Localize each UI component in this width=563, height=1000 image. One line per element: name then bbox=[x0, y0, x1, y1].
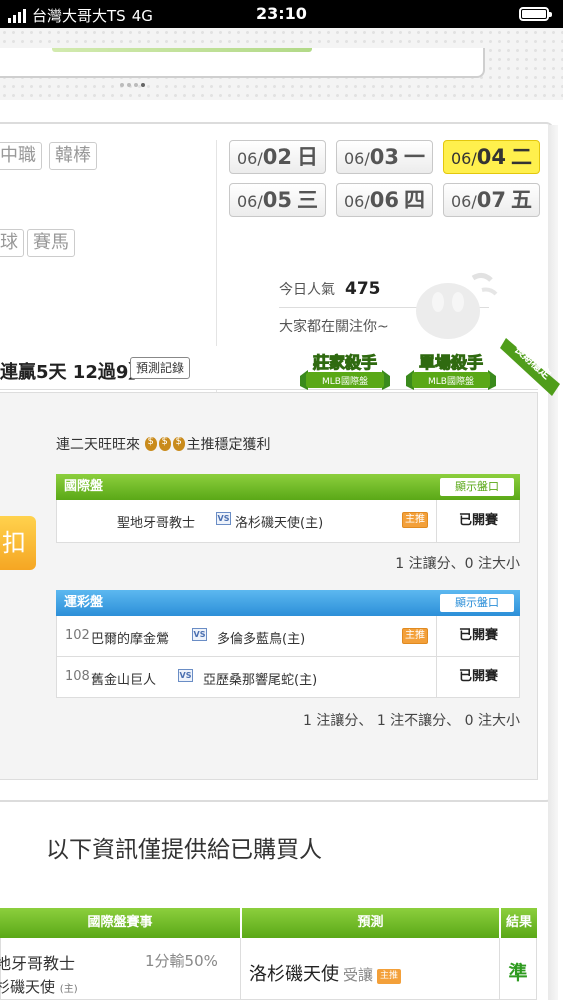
league-tag-horse[interactable]: 賽馬 bbox=[27, 229, 75, 257]
show-odds-button[interactable]: 顯示盤口 bbox=[440, 594, 514, 612]
result-value: 準 bbox=[508, 962, 528, 984]
popularity-label: 今日人氣 bbox=[279, 282, 335, 298]
pick-type: 受讓 bbox=[343, 966, 374, 984]
popularity-value: 475 bbox=[345, 279, 381, 299]
game-number: 102 bbox=[65, 628, 90, 643]
table-row[interactable]: 聖地牙哥教士 VS 洛杉磯天使(主) 主推 已開賽 bbox=[56, 500, 520, 543]
table-row[interactable]: 108 舊金山巨人 VS 亞歷桑那響尾蛇(主) 已開賽 bbox=[56, 657, 520, 698]
money-bag-icon bbox=[145, 436, 158, 451]
table-row[interactable]: 102 巴爾的摩金鶯 VS 多倫多藍鳥(主) 主推 已開賽 bbox=[56, 616, 520, 657]
away-team: 地牙哥教士 bbox=[0, 954, 76, 973]
vs-icon: VS bbox=[192, 628, 207, 641]
money-bag-icon bbox=[159, 436, 172, 451]
badge-sub-text: MLB國際盤 bbox=[428, 375, 474, 387]
show-odds-button[interactable]: 顯示盤口 bbox=[440, 478, 514, 496]
result-cell: 準 bbox=[500, 938, 537, 1000]
signal-icon bbox=[8, 8, 26, 23]
dealer-killer-badge-icon: MLB國際盤 莊家殺手 bbox=[300, 353, 390, 390]
game-status: 已開賽 bbox=[436, 657, 520, 697]
predicted-team: 洛杉磯天使 受讓 主推 bbox=[249, 960, 402, 986]
intl-section-header: 國際盤 顯示盤口 bbox=[56, 474, 520, 500]
handicap-line: 1分輸50% bbox=[145, 952, 218, 970]
battery-icon bbox=[519, 7, 552, 21]
badge-sub-text: MLB國際盤 bbox=[322, 375, 368, 387]
intro-suffix: 主推穩定獲利 bbox=[186, 437, 271, 453]
carrier-name: 台灣大哥大TS bbox=[32, 7, 126, 25]
intro-text: 連二天旺旺來 主推穩定獲利 bbox=[56, 434, 270, 454]
single-killer-badge-icon: MLB國際盤 單場殺手 bbox=[406, 353, 496, 390]
date-button-0602[interactable]: 06/02 日 bbox=[229, 140, 326, 174]
home-team: 亞歷桑那響尾蛇(主) bbox=[203, 673, 318, 688]
section-title: 國際盤 bbox=[64, 479, 104, 494]
intro-prefix: 連二天旺旺來 bbox=[56, 437, 140, 453]
column-header-result: 結果 bbox=[500, 908, 537, 938]
intl-summary: 1 注讓分、0 注大小 bbox=[395, 556, 520, 572]
match-cell: 地牙哥教士 杉磯天使 (主) 1分輸50% bbox=[0, 938, 241, 1000]
mascot-icon bbox=[416, 272, 498, 339]
buy-button[interactable]: 扣 bbox=[0, 516, 36, 570]
league-tag-cpbl[interactable]: 中職 bbox=[0, 142, 42, 170]
date-button-0603[interactable]: 06/03 一 bbox=[336, 140, 433, 174]
home-team: 洛杉磯天使(主) bbox=[235, 516, 324, 531]
lottery-summary: 1 注讓分、 1 注不讓分、 0 注大小 bbox=[303, 713, 520, 729]
vs-icon: VS bbox=[216, 512, 231, 525]
home-team-name: 杉磯天使 bbox=[0, 978, 56, 996]
game-status: 已開賽 bbox=[436, 500, 520, 542]
status-bar: 台灣大哥大TS 4G 23:10 bbox=[0, 0, 563, 28]
date-button-0606[interactable]: 06/06 四 bbox=[336, 183, 433, 217]
lottery-section-header: 運彩盤 顯示盤口 bbox=[56, 590, 520, 616]
popularity-note: 大家都在關注你~ bbox=[279, 319, 389, 335]
league-tag-ball[interactable]: 球 bbox=[0, 229, 24, 257]
buyers-only-note: 以下資訊僅提供給已購買人 bbox=[46, 837, 322, 863]
predicted-team-name: 洛杉磯天使 bbox=[249, 964, 339, 985]
game-status: 已開賽 bbox=[436, 616, 520, 656]
carousel-dots[interactable] bbox=[120, 83, 145, 87]
away-team: 巴爾的摩金鶯 bbox=[91, 632, 170, 647]
league-tag-kbo[interactable]: 韓棒 bbox=[49, 142, 97, 170]
section-title: 運彩盤 bbox=[64, 595, 104, 610]
clock: 23:10 bbox=[256, 4, 307, 23]
home-team: 多倫多藍鳥(主) bbox=[217, 632, 306, 647]
game-number: 108 bbox=[65, 669, 90, 684]
scroll-shade bbox=[548, 125, 558, 1000]
home-tag: (主) bbox=[59, 984, 78, 995]
badge-title-text: 莊家殺手 bbox=[313, 353, 377, 372]
record-title: 連贏5天 12過9】 bbox=[0, 362, 147, 383]
money-bag-icon bbox=[173, 436, 186, 451]
main-pick-icon: 主推 bbox=[402, 512, 428, 528]
column-header-prediction: 預測 bbox=[241, 908, 499, 938]
away-team: 聖地牙哥教士 bbox=[117, 516, 196, 531]
column-header-match: 國際盤賽事 bbox=[0, 908, 240, 938]
popularity-count: 今日人氣 475 bbox=[279, 279, 381, 299]
banner-area bbox=[0, 28, 563, 100]
main-pick-icon: 主推 bbox=[402, 628, 428, 644]
prediction-cell: 洛杉磯天使 受讓 主推 bbox=[241, 938, 500, 1000]
date-button-0604[interactable]: 06/04 二 bbox=[443, 140, 540, 174]
banner-graphic bbox=[52, 48, 312, 52]
date-button-0605[interactable]: 06/05 三 bbox=[229, 183, 326, 217]
badge-title-text: 單場殺手 bbox=[419, 353, 483, 372]
away-team: 舊金山巨人 bbox=[91, 673, 157, 688]
vs-icon: VS bbox=[178, 669, 193, 682]
network-type: 4G bbox=[131, 6, 153, 25]
banner-carousel-card[interactable] bbox=[0, 48, 485, 78]
home-team: 杉磯天使 (主) bbox=[0, 976, 78, 997]
date-button-0607[interactable]: 06/07 五 bbox=[443, 183, 540, 217]
prediction-record-button[interactable]: 預測記錄 bbox=[130, 357, 191, 379]
main-pick-icon: 主推 bbox=[377, 969, 402, 984]
